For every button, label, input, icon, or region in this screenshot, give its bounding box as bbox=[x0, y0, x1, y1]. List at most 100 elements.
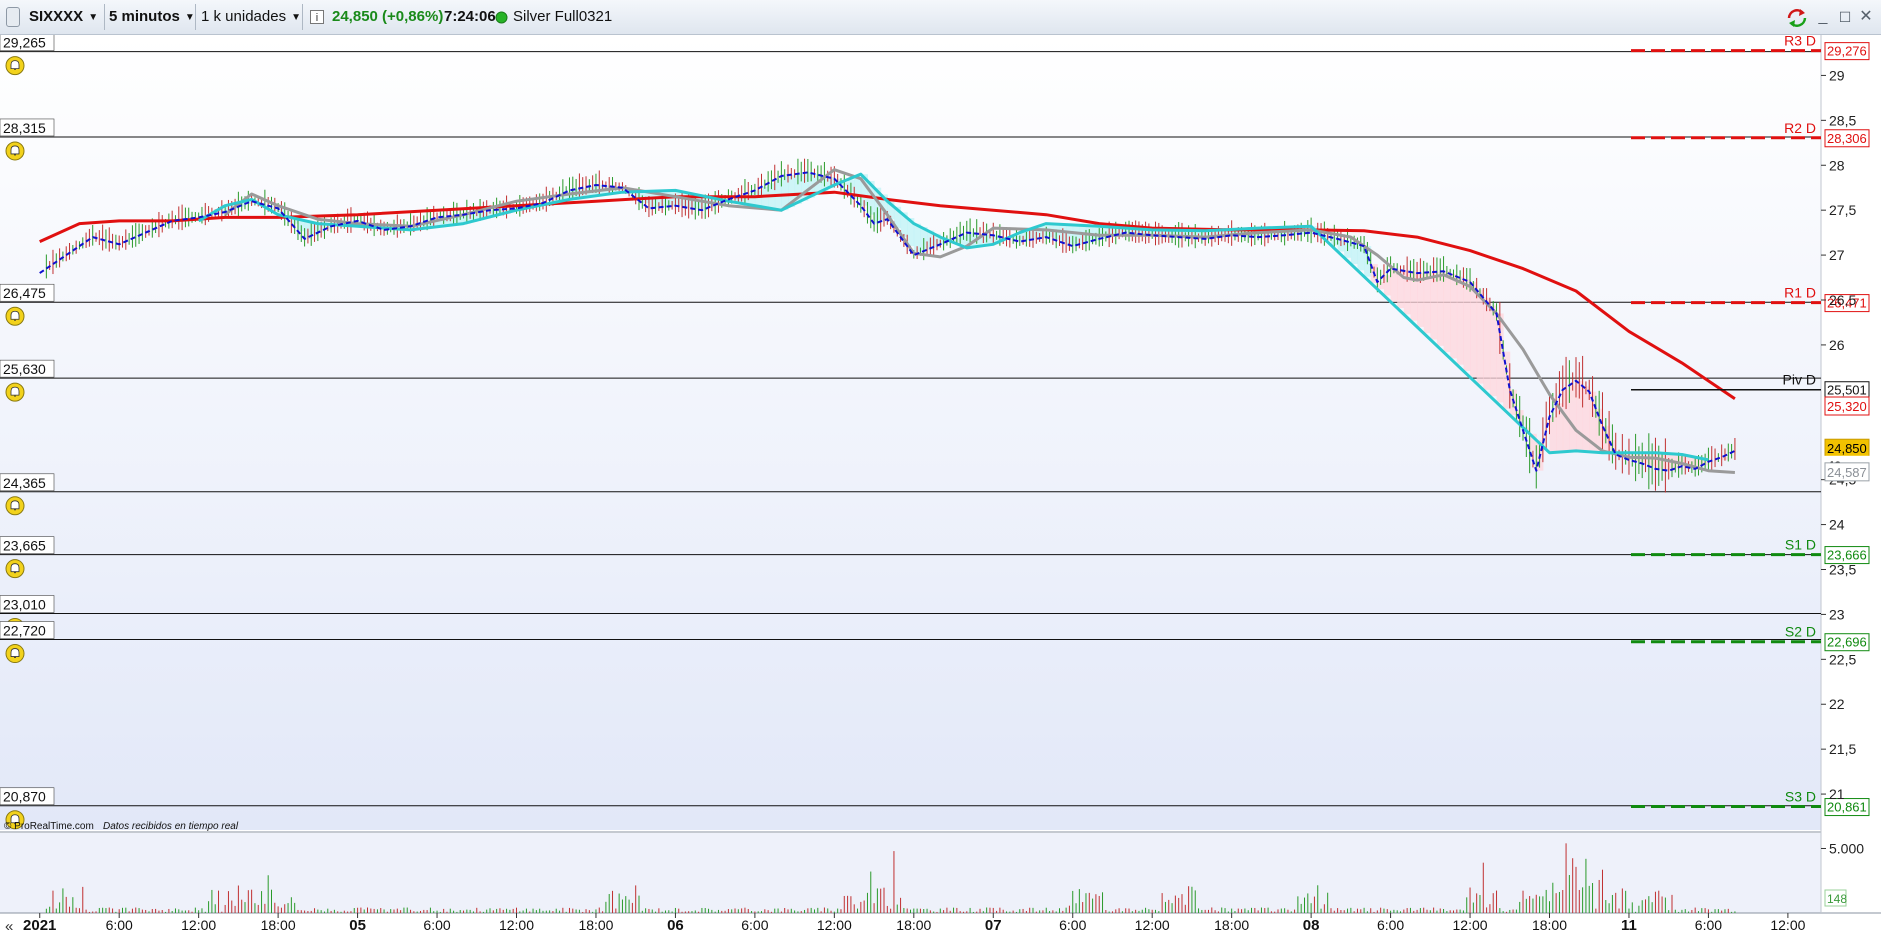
volume-panel-background bbox=[0, 833, 1821, 913]
price-tick-label: 26,5 bbox=[1829, 292, 1856, 308]
cloud-segment bbox=[1489, 305, 1498, 397]
cloud-segment bbox=[1569, 385, 1577, 452]
timeframe-dropdown[interactable]: 5 minutos ▼ bbox=[109, 5, 195, 29]
chevron-down-icon: ▼ bbox=[88, 12, 99, 23]
time-tick-label: 6:00 bbox=[423, 917, 450, 933]
price-tick-label: 29 bbox=[1829, 67, 1845, 83]
cloud-segment bbox=[1463, 279, 1471, 371]
time-tick-label: 06 bbox=[667, 917, 684, 934]
alert-label: 26,475 bbox=[3, 285, 46, 301]
chevron-down-icon: ▼ bbox=[184, 12, 195, 23]
bell-icon[interactable] bbox=[5, 306, 25, 326]
cloud-segment bbox=[1436, 271, 1445, 346]
pivot-name: R2 D bbox=[1784, 120, 1816, 136]
info-icon[interactable]: i bbox=[310, 10, 324, 24]
bell-icon[interactable] bbox=[5, 56, 25, 76]
time-tick-label: 18:00 bbox=[1532, 917, 1567, 933]
price-tick-label: 21 bbox=[1829, 786, 1845, 802]
time-tick-label: 18:00 bbox=[896, 917, 931, 933]
pivot-name: R3 D bbox=[1784, 35, 1816, 49]
status-dot-icon bbox=[495, 11, 508, 24]
price-chart[interactable]: 29,265 28,315 26,475 25,630 24,365 23,665 23,0… bbox=[0, 35, 1881, 936]
copyright-text: © ProRealTime.com bbox=[4, 821, 94, 832]
cloud-segment bbox=[1423, 272, 1431, 334]
alert-label: 22,720 bbox=[3, 623, 46, 639]
pivot-value: 28,306 bbox=[1827, 131, 1867, 146]
time-tick-label: 12:00 bbox=[1135, 917, 1170, 933]
price-tag-label: 24,850 bbox=[1827, 441, 1867, 456]
realtime-text: Datos recibidos en tiempo real bbox=[103, 821, 239, 832]
restore-icon[interactable]: ☐ bbox=[1835, 6, 1855, 28]
alert-label: 23,010 bbox=[3, 597, 46, 613]
volume-tick-label: 5.000 bbox=[1829, 840, 1864, 856]
cloud-segment bbox=[1549, 416, 1557, 453]
price-tick-label: 24 bbox=[1829, 517, 1845, 533]
close-icon[interactable]: ✕ bbox=[1856, 6, 1876, 28]
cloud-segment bbox=[1430, 272, 1438, 340]
time-tick-label: 18:00 bbox=[578, 917, 613, 933]
alert-label: 24,365 bbox=[3, 475, 46, 491]
time-tick-label: 12:00 bbox=[181, 917, 216, 933]
timeframe-label: 5 minutos bbox=[109, 8, 180, 25]
instrument-name: Silver Full0321 bbox=[513, 8, 613, 25]
pivot-name: S2 D bbox=[1785, 624, 1816, 640]
units-dropdown[interactable]: 1 k unidades ▼ bbox=[201, 5, 301, 29]
pivot-value: 23,666 bbox=[1827, 548, 1867, 563]
price-tick-label: 23 bbox=[1829, 606, 1845, 622]
symbol-dropdown[interactable]: SIXXXX ▼ bbox=[29, 5, 98, 29]
bell-icon[interactable] bbox=[5, 141, 25, 161]
cloud-segment bbox=[1470, 282, 1478, 378]
units-label: 1 k unidades bbox=[201, 8, 287, 25]
price-change: 24,850 (+0,86%) bbox=[332, 8, 444, 25]
cloud-segment bbox=[1390, 268, 1398, 302]
double-chevron-left-icon[interactable]: « bbox=[5, 918, 13, 935]
price-tick-label: 28 bbox=[1829, 157, 1845, 173]
time-tick-label: 6:00 bbox=[1695, 917, 1722, 933]
pivot-name: R1 D bbox=[1784, 285, 1816, 301]
time-tick-label: 12:00 bbox=[817, 917, 852, 933]
pivot-name: S1 D bbox=[1785, 537, 1816, 553]
bell-icon[interactable] bbox=[5, 559, 25, 579]
time-tick-label: 12:00 bbox=[1453, 917, 1488, 933]
bell-icon[interactable] bbox=[5, 496, 25, 516]
toolbar-grip-icon[interactable] bbox=[6, 7, 20, 27]
bell-icon[interactable] bbox=[5, 382, 25, 402]
cloud-segment bbox=[1450, 273, 1458, 359]
volume-last-label: 148 bbox=[1827, 892, 1847, 906]
time-tick-label: 12:00 bbox=[499, 917, 534, 933]
cloud-segment bbox=[1456, 276, 1464, 365]
pivot-value: 22,696 bbox=[1827, 635, 1867, 650]
price-tick-label: 21,5 bbox=[1829, 741, 1856, 757]
chevron-down-icon: ▼ bbox=[291, 12, 301, 23]
quote-time: 7:24:06 bbox=[444, 8, 496, 25]
cloud-segment bbox=[1443, 271, 1451, 353]
pivot-value: 25,501 bbox=[1827, 383, 1867, 398]
time-tick-label: 08 bbox=[1303, 917, 1320, 934]
price-tick-label: 26 bbox=[1829, 337, 1845, 353]
toolbar: SIXXXX ▼ 5 minutos ▼ 1 k unidades ▼ i 24,85… bbox=[0, 0, 1881, 35]
price-tick-label: 22 bbox=[1829, 696, 1845, 712]
sync-icon[interactable] bbox=[1785, 7, 1809, 29]
minimize-icon[interactable]: _ bbox=[1813, 6, 1833, 28]
time-tick-label: 6:00 bbox=[1377, 917, 1404, 933]
time-tick-label: 11 bbox=[1621, 917, 1637, 934]
time-tick-label: 18:00 bbox=[261, 917, 296, 933]
bell-icon[interactable] bbox=[5, 644, 25, 664]
time-tick-label: 05 bbox=[349, 917, 366, 934]
time-tick-label: 07 bbox=[985, 917, 1002, 934]
price-tick-label: 23,5 bbox=[1829, 561, 1856, 577]
time-tick-label: 6:00 bbox=[1059, 917, 1086, 933]
price-tick-label: 27 bbox=[1829, 247, 1845, 263]
time-tick-label: 18:00 bbox=[1214, 917, 1249, 933]
pivot-value: 29,276 bbox=[1827, 44, 1867, 59]
cloud-segment bbox=[1476, 289, 1484, 384]
time-tick-label: 12:00 bbox=[1770, 917, 1805, 933]
price-tick-label: 27,5 bbox=[1829, 202, 1856, 218]
price-tag-label: 24,587 bbox=[1827, 465, 1867, 480]
price-panel-background bbox=[0, 35, 1821, 830]
symbol-label: SIXXXX bbox=[29, 8, 84, 25]
time-tick-label: 6:00 bbox=[741, 917, 768, 933]
alert-label: 28,315 bbox=[3, 120, 46, 136]
alert-label: 29,265 bbox=[3, 35, 46, 51]
alert-label: 23,665 bbox=[3, 538, 46, 554]
